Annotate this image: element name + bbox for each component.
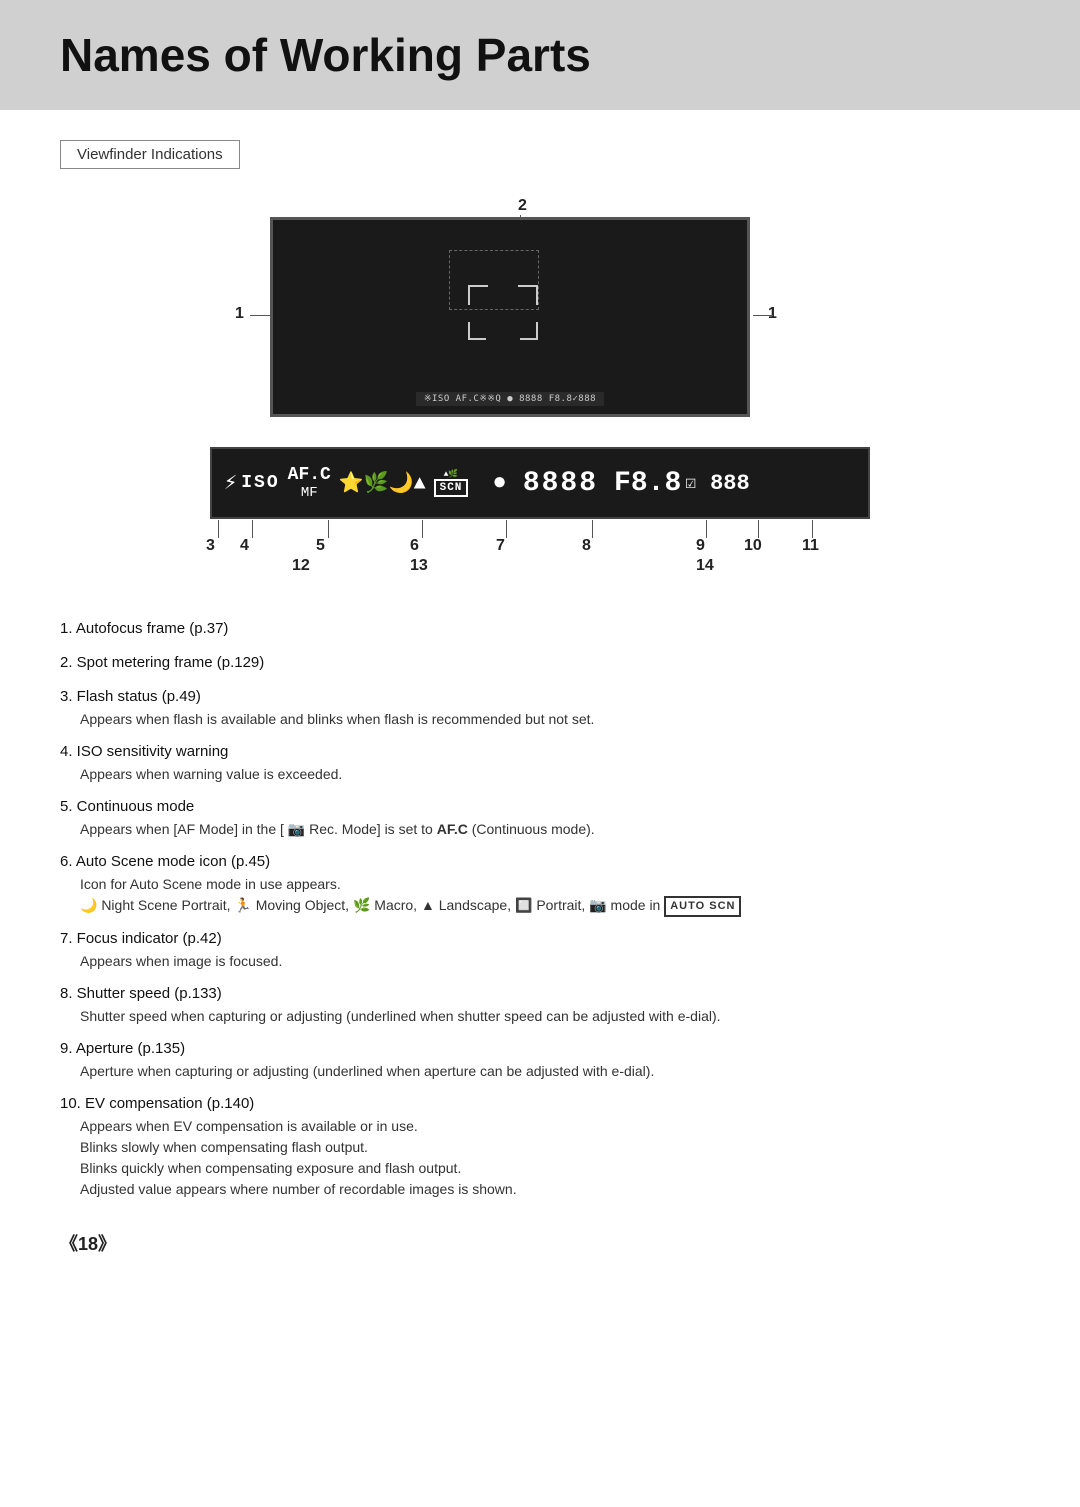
lcd-dot: ● bbox=[492, 470, 506, 497]
list-item-2: 2. Spot metering frame (p.129) bbox=[60, 651, 1020, 675]
vline-6 bbox=[422, 520, 423, 538]
vf-status-text: ※ISO AF.C※※Q ● 8888 F8.8✓888 bbox=[424, 394, 596, 404]
label-1-left: 1 bbox=[235, 305, 244, 323]
item-10-sub1: Appears when EV compensation is availabl… bbox=[80, 1116, 1020, 1137]
list-item-9: 9. Aperture (p.135) Aperture when captur… bbox=[60, 1037, 1020, 1082]
label-11: 11 bbox=[802, 537, 819, 555]
lcd-scn-label: SCN bbox=[434, 479, 469, 497]
label-14: 14 bbox=[696, 557, 714, 575]
label-3: 3 bbox=[206, 537, 215, 555]
label-2: 2 bbox=[518, 197, 527, 215]
item-3-title: 3. Flash status (p.49) bbox=[60, 688, 201, 705]
item-3-sub: Appears when flash is available and blin… bbox=[80, 709, 1020, 730]
item-10-sub3: Blinks quickly when compensating exposur… bbox=[80, 1158, 1020, 1179]
item-6-sub1: Icon for Auto Scene mode in use appears. bbox=[80, 874, 1020, 895]
item-5-sub: Appears when [AF Mode] in the [ 📷 Rec. M… bbox=[80, 819, 1020, 840]
item-6-title: 6. Auto Scene mode icon (p.45) bbox=[60, 853, 270, 870]
item-6-sub2: 🌙 Night Scene Portrait, 🏃 Moving Object,… bbox=[80, 895, 1020, 917]
vline-3 bbox=[218, 520, 219, 538]
label-9: 9 bbox=[696, 537, 705, 555]
item-7-sub: Appears when image is focused. bbox=[80, 951, 1020, 972]
item-4-title: 4. ISO sensitivity warning bbox=[60, 743, 228, 760]
list-item-6: 6. Auto Scene mode icon (p.45) Icon for … bbox=[60, 850, 1020, 917]
list-item-8: 8. Shutter speed (p.133) Shutter speed w… bbox=[60, 982, 1020, 1027]
label-4: 4 bbox=[240, 537, 249, 555]
label-13: 13 bbox=[410, 557, 428, 575]
lcd-shutter-speed: 8888 bbox=[523, 468, 598, 499]
label-8: 8 bbox=[582, 537, 591, 555]
lcd-content: ⚡ ISO AF.C MF ⭐🌿🌙▲ ▲🌿 SCN ● 8888 bbox=[224, 465, 750, 501]
viewfinder-status-bar: ※ISO AF.C※※Q ● 8888 F8.8✓888 bbox=[416, 392, 604, 406]
af-bracket-bl bbox=[468, 322, 486, 340]
lcd-scene-icons-top: ▲🌿 bbox=[444, 469, 459, 479]
list-item-4: 4. ISO sensitivity warning Appears when … bbox=[60, 740, 1020, 785]
diagram: 2 ※ISO AF.C※※Q ● 8888 F8.8✓888 1 bbox=[130, 197, 950, 577]
label-1-right: 1 bbox=[768, 305, 777, 323]
item-8-title: 8. Shutter speed (p.133) bbox=[60, 985, 222, 1002]
lcd-iso-text: ISO bbox=[241, 473, 279, 493]
page-title: Names of Working Parts bbox=[60, 28, 1020, 82]
lcd-aperture-value: F8.8 bbox=[614, 468, 681, 499]
lcd-display-bar: ⚡ ISO AF.C MF ⭐🌿🌙▲ ▲🌿 SCN ● 8888 bbox=[210, 447, 870, 519]
item-4-sub: Appears when warning value is exceeded. bbox=[80, 764, 1020, 785]
lcd-ev-icon: ☑ bbox=[685, 472, 696, 494]
title-bar: Names of Working Parts bbox=[0, 0, 1080, 110]
content-area: Viewfinder Indications 2 ※ISO AF.C※※Q ● … bbox=[0, 110, 1080, 1296]
item-9-sub: Aperture when capturing or adjusting (un… bbox=[80, 1061, 1020, 1082]
label-7: 7 bbox=[496, 537, 505, 555]
item-8-sub: Shutter speed when capturing or adjustin… bbox=[80, 1006, 1020, 1027]
vline-8 bbox=[592, 520, 593, 538]
vline-4 bbox=[252, 520, 253, 538]
lcd-icons-group: ⭐🌿🌙▲ bbox=[339, 470, 426, 496]
label-10: 10 bbox=[744, 537, 762, 555]
item-5-title: 5. Continuous mode bbox=[60, 798, 194, 815]
vline-10 bbox=[758, 520, 759, 538]
item-2-title: 2. Spot metering frame (p.129) bbox=[60, 654, 264, 671]
label-12: 12 bbox=[292, 557, 310, 575]
vline-5 bbox=[328, 520, 329, 538]
line-1-left bbox=[250, 315, 270, 316]
item-10-title: 10. EV compensation (p.140) bbox=[60, 1095, 254, 1112]
lcd-mf-text: MF bbox=[301, 485, 318, 501]
list-item-1: 1. Autofocus frame (p.37) bbox=[60, 617, 1020, 641]
vline-7 bbox=[506, 520, 507, 538]
list-item-10: 10. EV compensation (p.140) Appears when… bbox=[60, 1092, 1020, 1200]
label-5: 5 bbox=[316, 537, 325, 555]
auto-scn-badge: AUTO SCN bbox=[664, 896, 741, 917]
lcd-afc-text: AF.C bbox=[288, 465, 331, 485]
lcd-flash-icon: ⚡ bbox=[224, 470, 237, 496]
af-bracket-br bbox=[520, 322, 538, 340]
list-item-5: 5. Continuous mode Appears when [AF Mode… bbox=[60, 795, 1020, 840]
spot-meter-frame bbox=[449, 250, 539, 310]
item-10-sub4: Adjusted value appears where number of r… bbox=[80, 1179, 1020, 1200]
label-6: 6 bbox=[410, 537, 419, 555]
page: Names of Working Parts Viewfinder Indica… bbox=[0, 0, 1080, 1507]
list-item-7: 7. Focus indicator (p.42) Appears when i… bbox=[60, 927, 1020, 972]
section-label: Viewfinder Indications bbox=[60, 140, 240, 169]
vline-9 bbox=[706, 520, 707, 538]
line-1-right bbox=[753, 315, 773, 316]
list-item-3: 3. Flash status (p.49) Appears when flas… bbox=[60, 685, 1020, 730]
vline-11 bbox=[812, 520, 813, 538]
page-number: 《18》 bbox=[60, 1230, 1020, 1256]
description-list: 1. Autofocus frame (p.37) 2. Spot meteri… bbox=[60, 617, 1020, 1200]
viewfinder-box: ※ISO AF.C※※Q ● 8888 F8.8✓888 bbox=[270, 217, 750, 417]
item-7-title: 7. Focus indicator (p.42) bbox=[60, 930, 222, 947]
item-1-title: 1. Autofocus frame (p.37) bbox=[60, 620, 228, 637]
lcd-shots-count: 888 bbox=[710, 471, 750, 496]
item-9-title: 9. Aperture (p.135) bbox=[60, 1040, 185, 1057]
item-10-sub2: Blinks slowly when compensating flash ou… bbox=[80, 1137, 1020, 1158]
